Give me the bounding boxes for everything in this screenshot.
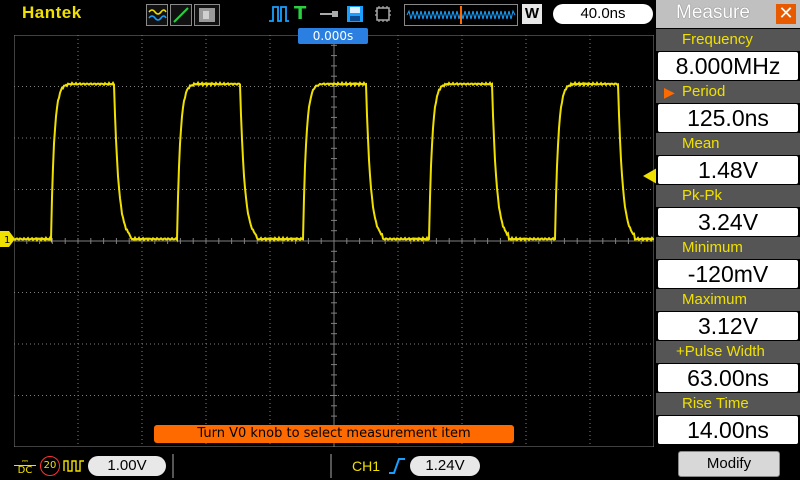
waveform-display xyxy=(14,35,654,447)
trigger-level-marker[interactable] xyxy=(643,168,657,184)
measure-item-pkpk-label[interactable]: Pk-Pk xyxy=(656,185,800,207)
measure-item-rise-time-value: 14.00ns xyxy=(658,416,798,444)
timebase-readout[interactable]: 40.0ns xyxy=(553,4,653,24)
save-disk-icon[interactable] xyxy=(345,4,365,24)
ch1-volts-per-div[interactable]: 1.00V xyxy=(88,456,166,476)
measure-label-text: Minimum xyxy=(682,239,743,256)
trigger-status-indicator: T xyxy=(294,3,307,24)
measure-label-text: Rise Time xyxy=(682,395,749,412)
measure-item-pkpk-value: 3.24V xyxy=(658,208,798,236)
bottom-status-bar: ⎓ DC 20 1.00V CH1 1.24V xyxy=(0,452,656,480)
measure-title: Measure xyxy=(676,2,750,23)
usb-icon xyxy=(318,4,340,24)
measure-label-text: Pk-Pk xyxy=(682,187,723,204)
measure-item-frequency-label[interactable]: Frequency xyxy=(656,29,800,51)
measure-item-pulse-width-value: 63.00ns xyxy=(658,364,798,392)
window-indicator-badge: W xyxy=(522,4,542,24)
display-vector-icon[interactable] xyxy=(170,4,192,26)
channel-1-marker-label: 1 xyxy=(4,235,10,246)
measure-item-pulse-width-label[interactable]: +Pulse Width xyxy=(656,341,800,363)
memory-chip-icon xyxy=(372,4,394,24)
measure-label-text: Maximum xyxy=(682,291,748,308)
persistence-icon[interactable] xyxy=(194,4,220,26)
measure-panel: Measure ✕ Frequency 8.000MHz ▶ Period 125… xyxy=(656,0,800,480)
measure-label-text: Mean xyxy=(682,135,720,152)
selected-arrow-icon: ▶ xyxy=(664,84,675,100)
brand-logo: Hantek xyxy=(22,3,82,22)
status-divider xyxy=(330,454,332,478)
coupling-label: DC xyxy=(17,465,33,476)
measure-label-text: Period xyxy=(682,83,726,100)
top-status-bar: Hantek T W 40.0ns xyxy=(0,0,656,28)
rising-edge-icon xyxy=(388,456,406,476)
hint-message: Turn V0 knob to select measurement item xyxy=(154,425,514,443)
bandwidth-limit-badge[interactable]: 20 xyxy=(40,456,60,476)
measure-item-rise-time-label[interactable]: Rise Time xyxy=(656,393,800,415)
close-button[interactable]: ✕ xyxy=(776,4,796,24)
waveform-mode-icon[interactable] xyxy=(146,4,168,26)
measure-item-mean-value: 1.48V xyxy=(658,156,798,184)
status-divider xyxy=(172,454,174,478)
trigger-edge-icon xyxy=(268,4,290,24)
trigger-position-badge[interactable]: 0.000s xyxy=(298,28,368,44)
measure-item-period-value: 125.0ns xyxy=(658,104,798,132)
measure-item-mean-label[interactable]: Mean xyxy=(656,133,800,155)
invert-icon xyxy=(63,457,85,475)
trigger-source-label[interactable]: CH1 xyxy=(352,458,380,474)
measure-label-text: Frequency xyxy=(682,31,753,48)
channel-1-ground-marker[interactable]: 1 xyxy=(0,231,16,247)
memory-depth-indicator xyxy=(404,4,518,26)
measure-header: Measure ✕ xyxy=(656,0,800,28)
coupling-indicator[interactable]: ⎓ DC xyxy=(14,456,36,476)
measure-item-minimum-label[interactable]: Minimum xyxy=(656,237,800,259)
measure-item-maximum-label[interactable]: Maximum xyxy=(656,289,800,311)
measure-item-maximum-value: 3.12V xyxy=(658,312,798,340)
measure-label-text: +Pulse Width xyxy=(676,343,765,360)
measure-item-frequency-value: 8.000MHz xyxy=(658,52,798,80)
modify-button[interactable]: Modify xyxy=(678,451,780,477)
trigger-level-readout[interactable]: 1.24V xyxy=(410,456,480,476)
measure-item-period-label[interactable]: ▶ Period xyxy=(656,81,800,103)
measure-item-minimum-value: -120mV xyxy=(658,260,798,288)
